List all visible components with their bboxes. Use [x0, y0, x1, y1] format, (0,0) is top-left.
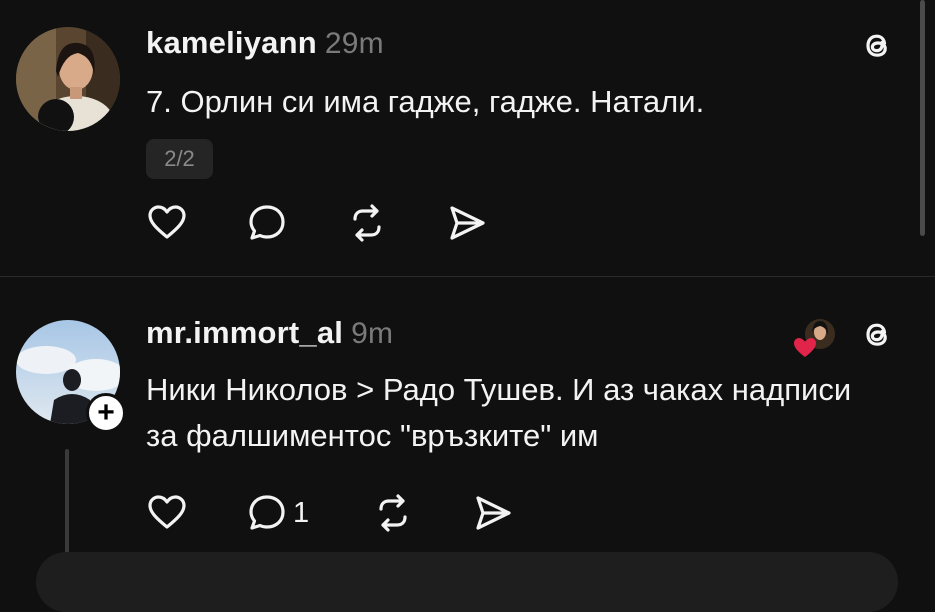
repost-button[interactable] [346, 201, 388, 245]
thread-post[interactable]: + mr.immort_al 9m Ники Николов > Радо Туш… [0, 277, 935, 566]
send-icon [476, 496, 511, 530]
liked-by-avatar-icon[interactable] [793, 315, 839, 361]
comment-icon [249, 205, 285, 240]
like-button[interactable] [146, 201, 188, 245]
timestamp: 9m [351, 317, 394, 350]
like-button[interactable] [146, 491, 188, 535]
threads-icon[interactable] [859, 27, 895, 63]
post-text: 7. Орлин си има гадже, гадже. Натали. [146, 84, 705, 119]
heart-icon [148, 495, 186, 529]
repost-icon [353, 204, 381, 242]
timestamp: 29m [324, 27, 384, 60]
username-text[interactable]: mr.immort_al [146, 315, 343, 350]
share-button[interactable] [472, 491, 514, 535]
post-text: Ники Николов > Радо Тушев. И аз чаках на… [146, 372, 852, 453]
share-button[interactable] [446, 201, 488, 245]
avatar[interactable] [16, 27, 120, 131]
pagination-badge: 2/2 [146, 139, 213, 179]
heart-icon [148, 205, 186, 239]
follow-button[interactable]: + [86, 393, 126, 433]
username[interactable]: kameliyann 29m [146, 25, 384, 61]
username[interactable]: mr.immort_al 9m [146, 315, 393, 351]
profile-photo-woman-icon [16, 27, 120, 131]
reply-button[interactable] [246, 201, 288, 245]
repost-icon [379, 494, 407, 532]
scrollbar[interactable] [920, 0, 925, 236]
reply-count: 1 [293, 496, 310, 529]
username-text[interactable]: kameliyann [146, 25, 317, 60]
reply-composer[interactable] [36, 552, 898, 612]
thread-post[interactable]: kameliyann 29m 7. Орлин си има гадже, гад… [0, 0, 935, 276]
repost-button[interactable] [372, 491, 414, 535]
send-icon [450, 206, 485, 240]
threads-icon[interactable] [859, 316, 895, 352]
thread-line [65, 449, 69, 566]
comment-icon [249, 495, 285, 530]
reply-button[interactable]: 1 [246, 491, 309, 535]
